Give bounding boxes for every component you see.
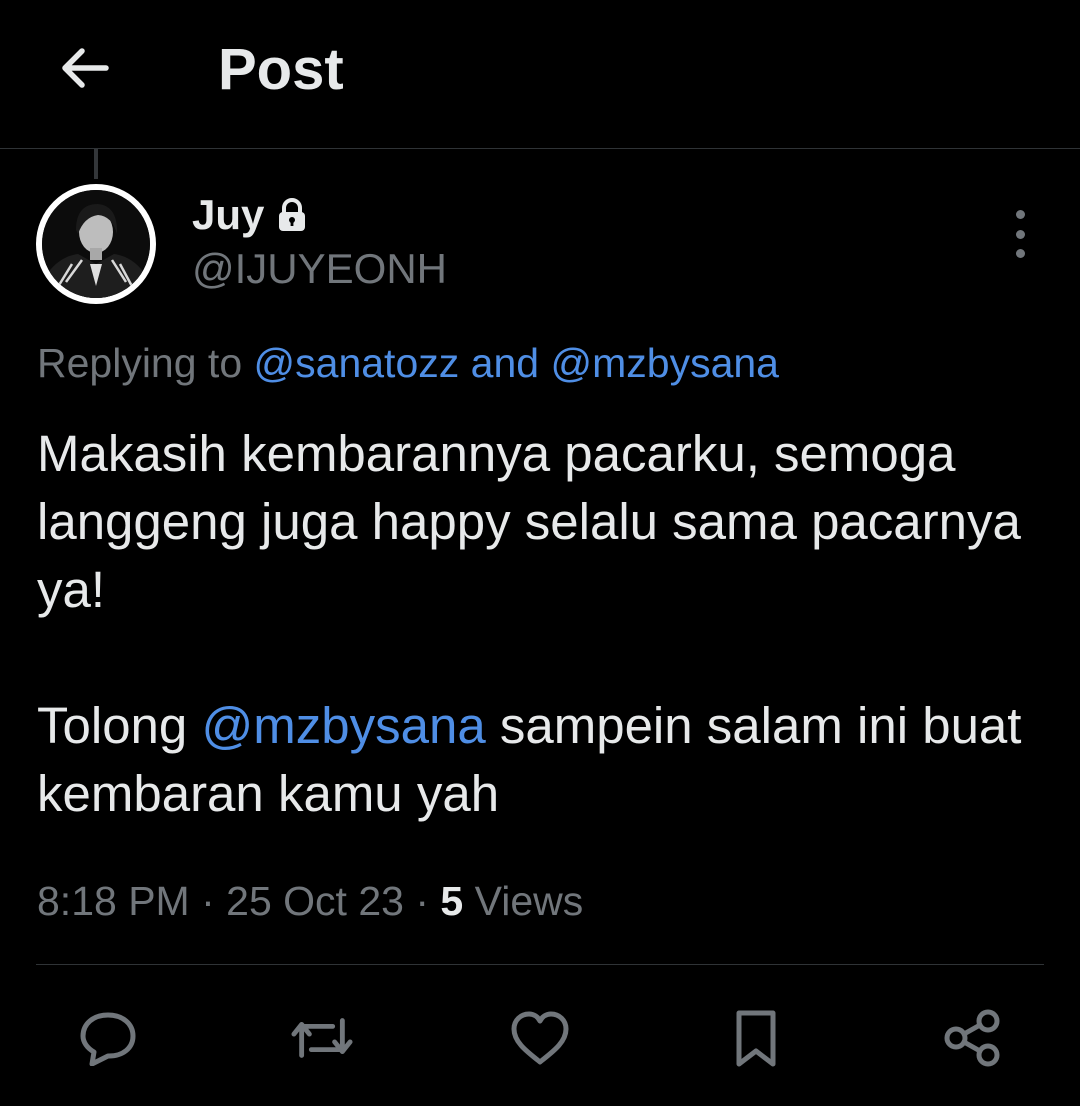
post-paragraph: Makasih kembarannya pacarku, semoga lang… [37, 425, 1021, 618]
bookmark-button[interactable] [724, 1006, 788, 1070]
avatar-photo [42, 190, 150, 298]
lock-icon [279, 198, 306, 231]
post-metadata: 8:18 PM · 25 Oct 23 · 5 Views [37, 875, 583, 927]
share-button[interactable] [940, 1006, 1004, 1070]
more-dot [1015, 229, 1025, 239]
post-text: Makasih kembarannya pacarku, semoga lang… [37, 420, 1047, 828]
metadata-divider [36, 964, 1044, 965]
replying-and: and [470, 340, 540, 386]
arrow-left-icon [62, 48, 109, 88]
post-date[interactable]: 25 Oct 23 [226, 878, 404, 924]
views-label: Views [474, 878, 584, 924]
mention-link[interactable]: @mzbysana [551, 340, 779, 386]
page-title: Post [218, 37, 344, 102]
post-paragraph: Tolong @mzbysana sampein salam ini buat … [37, 692, 1047, 828]
back-button[interactable] [52, 36, 116, 100]
mention-link[interactable]: @sanatozz [254, 340, 460, 386]
replying-to-line: Replying to @sanatozz and @mzbysana [37, 338, 779, 388]
replying-prefix: Replying to [37, 340, 243, 386]
more-options-button[interactable] [1000, 210, 1040, 258]
reply-button[interactable] [76, 1006, 140, 1070]
header-divider [0, 148, 1080, 149]
repost-button[interactable] [290, 1006, 354, 1070]
action-bar [0, 1000, 1080, 1080]
reply-icon [80, 1012, 136, 1066]
author-name-row[interactable]: Juy [192, 190, 308, 240]
meta-separator: · [201, 878, 215, 924]
bookmark-icon [736, 1010, 776, 1067]
mention-link[interactable]: @mzbysana [201, 697, 485, 754]
heart-icon [511, 1011, 569, 1065]
repost-icon [291, 1018, 353, 1058]
display-name[interactable]: Juy [192, 190, 264, 240]
thread-connector [94, 149, 98, 179]
top-bar: Post [0, 0, 1080, 148]
post-time[interactable]: 8:18 PM [37, 878, 190, 924]
like-button[interactable] [508, 1006, 572, 1070]
share-icon [944, 1009, 1000, 1067]
avatar[interactable] [36, 184, 156, 304]
views-count: 5 [440, 878, 464, 924]
post-text-segment: Tolong [37, 697, 188, 754]
more-dot [1015, 249, 1025, 258]
user-handle[interactable]: @IJUYEONH [192, 244, 447, 294]
more-dot [1015, 210, 1025, 219]
meta-separator: · [415, 878, 430, 924]
